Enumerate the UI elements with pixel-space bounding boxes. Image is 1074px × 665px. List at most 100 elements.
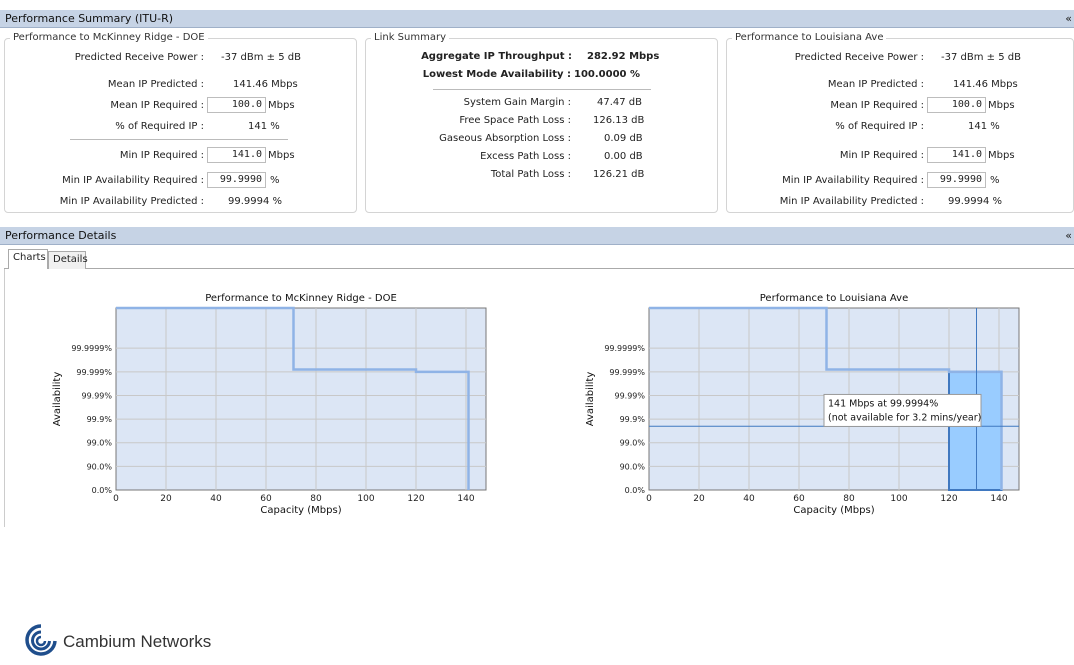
pct-required-value: 141 % xyxy=(248,121,280,132)
x-tick-label: 80 xyxy=(310,494,322,504)
y-tick-label: 99.9999% xyxy=(71,344,112,353)
company-logo-text: Cambium Networks xyxy=(63,632,212,651)
pct-required-label: % of Required IP : xyxy=(115,121,204,132)
min-ip-required-label: Min IP Required : xyxy=(839,150,924,161)
collapse-icon[interactable]: « xyxy=(1065,227,1072,245)
aggregate-throughput-value: 282.92 Mbps xyxy=(587,51,660,62)
min-ip-required-input[interactable]: 141.0 xyxy=(927,147,986,163)
x-tick-label: 20 xyxy=(693,494,705,504)
tab-strip-border xyxy=(4,268,1074,269)
x-tick-label: 60 xyxy=(793,494,805,504)
min-ip-required-unit: Mbps xyxy=(988,150,1015,161)
min-avail-predicted-value: 99.9994 % xyxy=(948,196,1003,207)
x-tick-label: 100 xyxy=(357,494,374,504)
y-axis-label: Availability xyxy=(52,372,63,427)
divider xyxy=(70,139,288,140)
mean-ip-required-label: Mean IP Required : xyxy=(830,100,924,111)
y-tick-label: 99.0% xyxy=(87,439,113,448)
min-avail-required-label: Min IP Availability Required : xyxy=(782,175,924,186)
pct-required-label: % of Required IP : xyxy=(835,121,924,132)
link-row-label: Total Path Loss : xyxy=(490,169,571,180)
y-tick-label: 99.9999% xyxy=(604,344,645,353)
details-section-title: Performance Details xyxy=(5,229,117,242)
chart-title: Performance to Louisiana Ave xyxy=(760,293,908,304)
min-avail-predicted-label: Min IP Availability Predicted : xyxy=(779,196,924,207)
x-tick-label: 140 xyxy=(990,494,1007,504)
min-ip-required-input[interactable]: 141.0 xyxy=(207,147,266,163)
tab-charts[interactable]: Charts xyxy=(8,249,48,269)
min-ip-required-label: Min IP Required : xyxy=(119,150,204,161)
mckinney-summary-title: Performance to McKinney Ridge - DOE xyxy=(10,32,208,43)
mean-ip-predicted-value: 141.46 Mbps xyxy=(233,79,298,90)
x-axis-label: Capacity (Mbps) xyxy=(793,505,874,516)
tooltip-text: 141 Mbps at 99.9994% xyxy=(828,398,938,409)
x-tick-label: 40 xyxy=(743,494,755,504)
pct-required-value: 141 % xyxy=(968,121,1000,132)
x-tick-label: 120 xyxy=(407,494,424,504)
y-tick-label: 99.999% xyxy=(609,368,645,377)
mean-ip-required-input[interactable]: 100.0 xyxy=(927,97,986,113)
aggregate-throughput-label: Aggregate IP Throughput : xyxy=(421,51,572,62)
link-row-value: 126.21 dB xyxy=(593,169,645,180)
predicted-receive-power-label: Predicted Receive Power : xyxy=(74,52,204,63)
x-tick-label: 60 xyxy=(260,494,272,504)
mean-ip-required-label: Mean IP Required : xyxy=(110,100,204,111)
x-tick-label: 40 xyxy=(210,494,222,504)
y-tick-label: 90.0% xyxy=(87,462,113,471)
min-avail-predicted-value: 99.9994 % xyxy=(228,196,283,207)
link-row-label: Gaseous Absorption Loss : xyxy=(439,133,571,144)
summary-section-title: Performance Summary (ITU-R) xyxy=(5,12,174,25)
tooltip-text: (not available for 3.2 mins/year) xyxy=(828,412,981,423)
link-summary-title: Link Summary xyxy=(371,32,449,43)
link-row-value: 0.09 dB xyxy=(604,133,643,144)
summary-section-header[interactable]: Performance Summary (ITU-R) « xyxy=(0,10,1074,28)
y-tick-label: 99.9% xyxy=(620,415,646,424)
tab-panel-border xyxy=(4,269,5,527)
link-row-label: System Gain Margin : xyxy=(463,97,571,108)
mean-ip-predicted-value: 141.46 Mbps xyxy=(953,79,1018,90)
mean-ip-required-unit: Mbps xyxy=(988,100,1015,111)
chart-title: Performance to McKinney Ridge - DOE xyxy=(205,293,397,304)
lowest-mode-availability-value: 100.0000 % xyxy=(574,69,641,80)
tab-details[interactable]: Details xyxy=(48,251,88,269)
mckinney-availability-chart: 0 20 40 60 80 100 120 140 0.0% 90.0% 99.0% 99.9% 99.… xyxy=(52,293,487,516)
louisiana-availability-chart: 141 Mbps at 99.9994% (not available for 3… xyxy=(585,293,1020,516)
min-avail-required-label: Min IP Availability Required : xyxy=(62,175,204,186)
y-tick-label: 99.0% xyxy=(620,439,646,448)
x-tick-label: 120 xyxy=(940,494,957,504)
y-tick-label: 0.0% xyxy=(625,486,646,495)
details-section-header[interactable]: Performance Details « xyxy=(0,227,1074,245)
mean-ip-predicted-label: Mean IP Predicted : xyxy=(107,79,204,90)
min-avail-required-unit: % xyxy=(270,175,280,186)
y-tick-label: 99.999% xyxy=(76,368,112,377)
link-row-value: 47.47 dB xyxy=(597,97,643,108)
divider xyxy=(433,89,651,90)
y-tick-label: 90.0% xyxy=(620,462,646,471)
x-axis-label: Capacity (Mbps) xyxy=(260,505,341,516)
cambium-swirl-icon xyxy=(25,624,57,656)
min-avail-required-unit: % xyxy=(990,175,1000,186)
louisiana-summary-title: Performance to Louisiana Ave xyxy=(732,32,887,43)
collapse-icon[interactable]: « xyxy=(1065,10,1072,28)
mean-ip-required-input[interactable]: 100.0 xyxy=(207,97,266,113)
x-tick-label: 140 xyxy=(457,494,474,504)
y-tick-label: 99.99% xyxy=(614,391,645,400)
x-tick-label: 0 xyxy=(113,494,119,504)
min-avail-required-input[interactable]: 99.9990 xyxy=(207,172,266,188)
mean-ip-predicted-label: Mean IP Predicted : xyxy=(827,79,924,90)
predicted-receive-power-value: -37 dBm ± 5 dB xyxy=(941,52,1021,63)
y-tick-label: 99.9% xyxy=(87,415,113,424)
x-tick-label: 100 xyxy=(890,494,907,504)
y-tick-label: 99.99% xyxy=(81,391,112,400)
y-axis-label: Availability xyxy=(585,372,596,427)
min-avail-predicted-label: Min IP Availability Predicted : xyxy=(59,196,204,207)
link-row-label: Free Space Path Loss : xyxy=(459,115,571,126)
link-row-label: Excess Path Loss : xyxy=(480,151,571,162)
x-tick-label: 0 xyxy=(646,494,652,504)
lowest-mode-availability-label: Lowest Mode Availability : xyxy=(422,69,571,80)
x-tick-label: 80 xyxy=(843,494,855,504)
y-tick-label: 0.0% xyxy=(92,486,113,495)
plot-area xyxy=(115,307,487,491)
min-avail-required-input[interactable]: 99.9990 xyxy=(927,172,986,188)
mean-ip-required-unit: Mbps xyxy=(268,100,295,111)
